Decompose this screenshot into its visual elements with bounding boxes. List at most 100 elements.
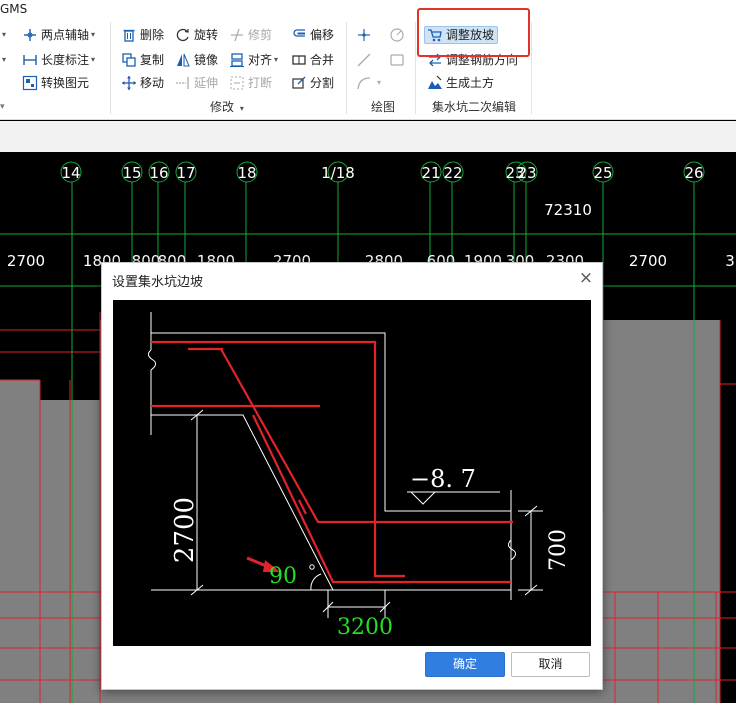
copy-button[interactable]: 复制 [121,51,164,69]
merge-button[interactable]: 合并 [291,51,334,69]
split-button[interactable]: 分割 [291,74,334,92]
length-dimension-label: 长度标注 [41,53,90,67]
break-icon [229,75,245,91]
arc-icon [356,75,372,91]
axis-label: 21 [421,164,440,182]
generate-earthwork-label: 生成土方 [446,76,495,90]
slope-diagram-svg: −8. 7 2700 90 3200 700 [147,312,571,640]
cancel-button[interactable]: 取消 [511,652,590,677]
ribbon-separator [110,22,111,114]
ribbon-bottom-strip [0,121,736,152]
merge-icon [291,52,307,68]
offset-button[interactable]: 偏移 [291,26,334,44]
depth-dimension-text: 2700 [170,497,200,563]
trash-icon [121,27,137,43]
ribbon-separator [531,22,532,114]
delete-button[interactable]: 删除 [121,26,164,44]
move-icon [121,75,137,91]
draw-group-label-text: 绘图 [371,100,396,114]
app-title-text: GMS [0,2,28,16]
line-icon [356,52,372,68]
draw-rect-button[interactable] [389,51,408,69]
total-dimension-text: 72310 [544,201,592,219]
extend-button[interactable]: 延伸 [175,74,218,92]
sump-slope-dialog: 设置集水坑边坡 × −8. 7 2700 90 3200 700 确定 取消 [101,262,603,690]
rotate-icon [175,27,191,43]
align-button[interactable]: 对齐 ▾ [229,51,278,69]
axis-label: 18 [237,164,256,182]
highlight-annotation-box [417,8,530,57]
earthwork-icon [427,75,443,91]
delete-label: 删除 [140,28,165,42]
align-icon [229,52,245,68]
draw-point-button[interactable] [356,26,375,44]
sump-group-label-text: 集水坑二次编辑 [432,100,517,114]
ribbon-toolbar: ▾ ▾ 两点辅轴 ▾ 长度标注 ▾ 转换图元 ▾ 删除 旋转 修剪 偏移 复制 … [0,18,736,120]
slope-angle-value[interactable]: 90 [269,564,297,589]
two-point-axis-label: 两点辅轴 [41,28,90,42]
axis-label: 15 [122,164,141,182]
length-dimension-button[interactable]: 长度标注 ▾ [22,51,95,69]
two-point-axis-icon [22,27,38,43]
trim-button[interactable]: 修剪 [229,26,272,44]
group-expand-caret[interactable]: ▾ [0,98,5,116]
axis-label: 25 [593,164,612,182]
split-icon [291,75,307,91]
app-title: GMS [0,0,736,18]
sump-group-label: 集水坑二次编辑 [432,98,516,115]
trim-icon [229,27,245,43]
slope-diagram: −8. 7 2700 90 3200 700 [113,300,591,646]
close-icon[interactable]: × [577,269,595,287]
dimension-text: 2700 [629,252,667,270]
partial-dropdown-1[interactable]: ▾ [0,26,6,44]
rotate-label: 旋转 [194,28,219,42]
dimension-text: 2700 [7,252,45,270]
mirror-button[interactable]: 镜像 [175,51,218,69]
generate-earthwork-button[interactable]: 生成土方 [427,74,494,92]
modify-group-label: 修改 ▾ [210,100,244,114]
convert-element-label: 转换图元 [41,76,90,90]
draw-line-button[interactable] [356,51,375,69]
extend-icon [175,75,191,91]
app-window: GMS ▾ ▾ 两点辅轴 ▾ 长度标注 ▾ 转换图元 ▾ 删除 旋转 修剪 偏移… [0,0,736,703]
convert-element-icon [22,75,38,91]
align-label: 对齐 [248,53,273,67]
length-dimension-icon [22,52,38,68]
axis-label-group: 14 15 16 17 18 1/18 21 22 23 23 25 26 [61,164,703,182]
draw-group-label: 绘图 [371,98,395,115]
ribbon-separator [415,22,416,114]
break-label: 打断 [248,76,273,90]
draw-arc-button[interactable]: ▾ [356,74,381,92]
convert-element-button[interactable]: 转换图元 [22,74,89,92]
ok-button[interactable]: 确定 [425,652,505,677]
axis-label: 16 [149,164,168,182]
axis-label: 26 [684,164,703,182]
draw-circle-button[interactable] [389,26,408,44]
slope-offset-value[interactable]: 3200 [337,615,393,640]
merge-label: 合并 [310,53,335,67]
partial-dropdown-2[interactable]: ▾ [0,51,6,69]
axis-label: 1/18 [321,164,355,182]
two-point-axis-button[interactable]: 两点辅轴 ▾ [22,26,95,44]
move-label: 移动 [140,76,165,90]
copy-icon [121,52,137,68]
elevation-text: −8. 7 [410,465,476,493]
split-label: 分割 [310,76,335,90]
axis-label: 17 [176,164,195,182]
copy-label: 复制 [140,53,165,67]
mirror-label: 镜像 [194,53,219,67]
point-icon [356,27,372,43]
dimension-text: 3 [725,252,735,270]
break-button[interactable]: 打断 [229,74,272,92]
rotate-button[interactable]: 旋转 [175,26,218,44]
dialog-title: 设置集水坑边坡 [112,275,204,290]
rebar-lines [151,340,513,584]
side-height-text: 700 [546,529,571,571]
rectangle-icon [389,52,405,68]
offset-label: 偏移 [310,28,335,42]
outline-lines [147,312,543,618]
move-button[interactable]: 移动 [121,74,164,92]
axis-label: 23 [517,164,536,182]
axis-label: 22 [443,164,462,182]
trim-label: 修剪 [248,28,273,42]
